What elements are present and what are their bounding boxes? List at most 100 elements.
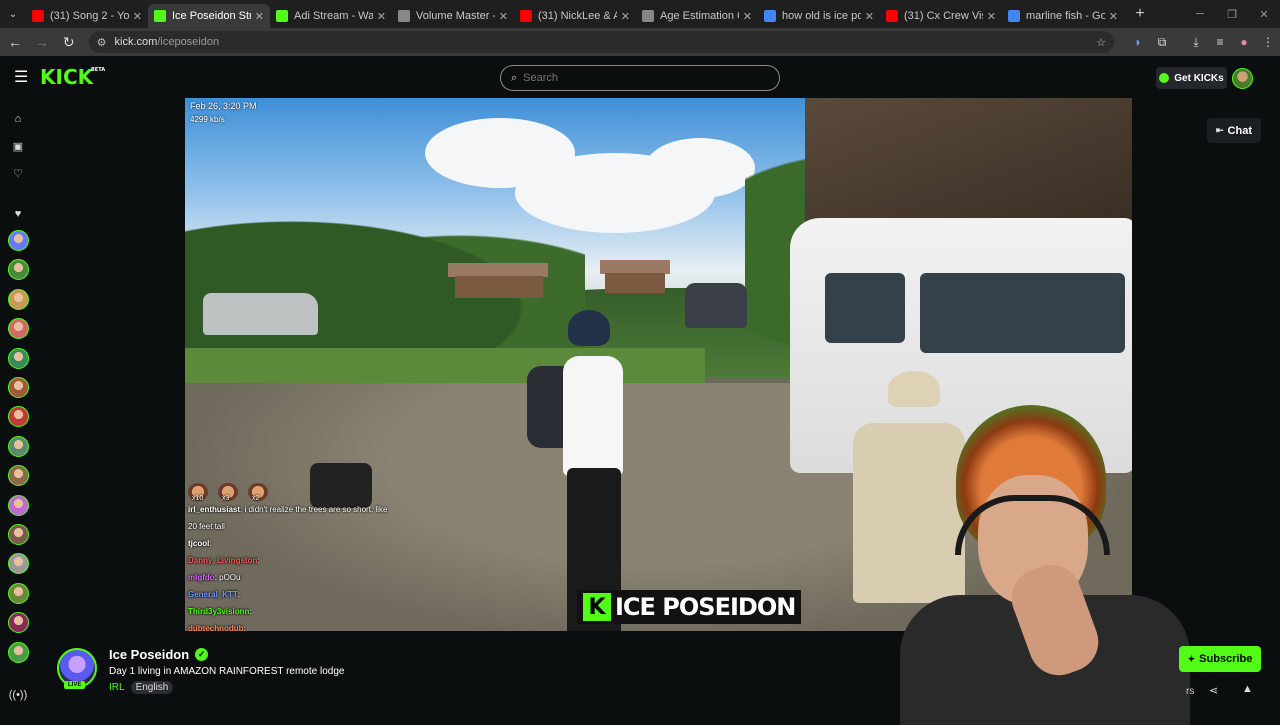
share-icon[interactable]: ⋖ [1209,684,1218,697]
scene-van-window [920,273,1125,353]
restore-icon[interactable]: ❐ [1216,0,1248,28]
chat-toggle-button[interactable]: ⇤ Chat [1207,118,1261,143]
tab-favicon-icon [154,10,166,22]
star-icon: ✦ [1187,653,1196,664]
followed-channel-avatar[interactable] [8,465,29,487]
playlist-icon[interactable]: ≡ [1208,30,1232,54]
chat-username: mlgfdo [188,573,215,582]
brand-k-logo: K [583,593,611,621]
back-arrow-icon[interactable]: ← [3,30,27,54]
browse-icon[interactable]: ▣ [9,137,27,155]
verified-badge-icon: ✓ [195,648,209,661]
kick-logo[interactable]: KICK BETA [40,65,105,89]
followed-channel-avatar[interactable] [8,494,29,516]
tab-favicon-icon [276,10,288,22]
chat-username: dubtechnodub [188,624,244,631]
browser-tab[interactable]: Ice Poseidon Stream ✕ [148,4,270,28]
get-kicks-button[interactable]: Get KICKs [1156,67,1227,89]
chat-expand-icon: ⇤ [1216,125,1224,135]
tab-close-icon[interactable]: ✕ [621,10,630,23]
tab-close-icon[interactable]: ✕ [255,10,264,23]
live-radio-icon[interactable]: ((•)) [9,686,28,704]
chat-text: : [249,607,252,616]
scene-person [563,356,623,476]
followed-channel-avatar[interactable] [8,612,29,634]
channel-name-row: Ice Poseidon ✓ [109,647,209,662]
chat-emote: x3 [218,483,238,502]
tab-close-icon[interactable]: ✕ [133,10,142,23]
stream-chat-overlay: x10 x3 x2 irl_enthusiast: i didn't realize… [188,481,398,631]
forward-arrow-icon[interactable]: → [30,30,54,54]
bookmark-star-icon[interactable]: ☆ [1096,36,1106,49]
subscribe-button[interactable]: ✦ Subscribe [1179,646,1261,672]
tab-close-icon[interactable]: ✕ [865,10,874,23]
live-badge: LIVE [64,681,86,689]
reload-icon[interactable]: ↻ [57,30,81,54]
followed-channel-avatar[interactable] [8,524,29,545]
tab-close-icon[interactable]: ✕ [499,10,508,23]
followed-channel-avatar[interactable] [8,318,29,340]
tab-close-icon[interactable]: ✕ [987,10,996,23]
tab-title: (31) NickLee & Amouranth [538,10,617,22]
tab-search-icon[interactable]: ⌄ [0,0,26,28]
language-tag[interactable]: English [130,681,174,694]
extensions-icon[interactable]: ⧉ [1150,30,1174,54]
download-icon[interactable]: ⤓ [1184,30,1208,54]
followed-channel-avatar[interactable] [8,582,29,604]
kick-header: ☰ KICKBETA ⌕ Get KICKs [0,56,1280,98]
user-avatar[interactable] [1232,68,1253,89]
emote-count: x10 [192,495,204,502]
tab-title: marline fish - Google [1026,10,1105,22]
tab-close-icon[interactable]: ✕ [743,10,752,23]
new-tab-button[interactable]: + [1128,2,1152,26]
chat-message: dubtechnodub: [188,620,398,631]
chat-text: : [209,539,212,548]
browser-tab[interactable]: (31) NickLee & Amouranth ✕ [514,4,636,28]
channel-brand-badge: K ICE POSEIDON [577,590,802,624]
browser-tab[interactable]: (31) Cx Crew Visit CEO ✕ [880,4,1002,28]
scene-hut-roof [448,263,548,277]
search-box[interactable]: ⌕ [500,65,780,91]
search-input[interactable] [523,72,764,84]
chat-message: mlgfdo: pOOu [188,569,398,586]
media-icon[interactable]: ◗ [1126,30,1150,54]
tab-title: (31) Cx Crew Visit CEO [904,10,983,22]
browser-tab[interactable]: marline fish - Google ✕ [1002,4,1124,28]
followed-channel-avatar[interactable] [8,377,29,398]
address-bar[interactable]: ⚙ kick.com/iceposeidon ☆ [88,31,1114,53]
hamburger-menu-icon[interactable]: ☰ [14,67,36,87]
minimize-icon[interactable]: ─ [1184,0,1216,28]
left-sidebar: ⌂ ▣ ♡ ♥ ((•)) [0,98,36,720]
followed-channel-avatar[interactable] [8,288,29,310]
browser-tab[interactable]: Adi Stream - Watch Live ✕ [270,4,392,28]
followed-channel-avatar[interactable] [8,230,29,251]
browser-tab[interactable]: (31) Song 2 - YouTube ✕ [26,4,148,28]
channel-name[interactable]: Ice Poseidon [109,647,189,662]
tab-close-icon[interactable]: ✕ [1109,10,1118,23]
profile-icon[interactable]: ● [1232,30,1256,54]
report-warning-icon[interactable]: ▲ [1242,683,1253,695]
browser-tab[interactable]: Volume Master - Chrome ✕ [392,4,514,28]
brand-text: ICE POSEIDON [615,593,796,621]
chat-username: General_KTT [188,590,238,599]
browser-tab[interactable]: Age Estimation Guess ✕ [636,4,758,28]
home-icon[interactable]: ⌂ [9,110,27,128]
close-window-icon[interactable]: ✕ [1248,0,1280,28]
category-link[interactable]: IRL [109,682,125,693]
chat-text: : pOOu [214,573,241,582]
stream-title: Day 1 living in AMAZON RAINFOREST remote… [109,666,345,677]
tab-close-icon[interactable]: ✕ [377,10,386,23]
menu-kebab-icon[interactable]: ⋮ [1256,30,1280,54]
followed-channel-avatar[interactable] [8,347,29,369]
tab-title: Volume Master - Chrome [416,10,495,22]
kicks-coin-icon [1159,73,1170,83]
followed-channel-avatar[interactable] [8,435,29,457]
following-heart-icon[interactable]: ♡ [9,164,27,182]
followed-channel-avatar[interactable] [8,553,29,575]
followed-channel-avatar[interactable] [8,259,29,281]
emote-count: x3 [222,495,230,502]
site-info-icon[interactable]: ⚙ [97,36,107,49]
browser-tab[interactable]: how old is ice poseidon ✕ [758,4,880,28]
followed-channel-avatar[interactable] [8,406,29,428]
followed-channel-avatar[interactable] [8,641,29,663]
